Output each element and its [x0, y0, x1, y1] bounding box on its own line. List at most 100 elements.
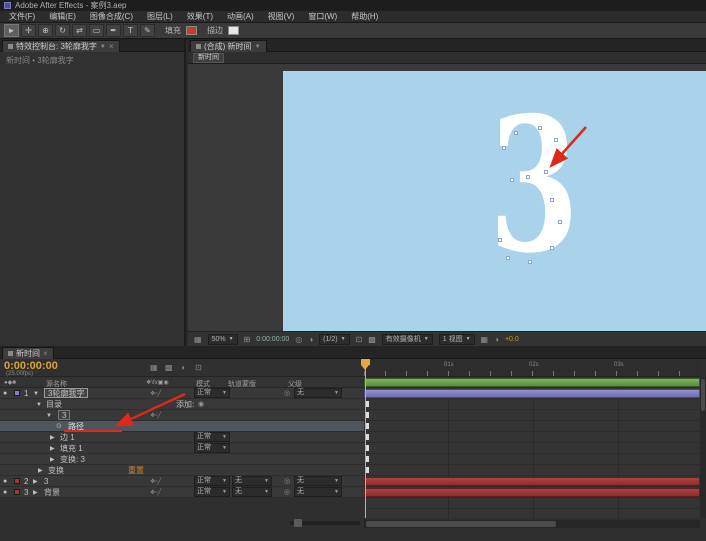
menu-item-edit[interactable]: 编辑(E) — [42, 11, 83, 23]
expand-triangle-icon[interactable]: ▶ — [50, 433, 55, 443]
mode-select[interactable]: 正常▼ — [194, 388, 230, 398]
parent-select[interactable]: 无▼ — [294, 476, 342, 486]
expand-triangle-icon[interactable]: ▶ — [38, 466, 43, 476]
path-property-row[interactable]: ⊙ 路径 — [0, 421, 364, 432]
fast-preview-icon[interactable]: ◑ — [494, 335, 499, 344]
hand-tool[interactable]: ✛ — [21, 24, 36, 37]
eye-icon[interactable]: ● — [3, 477, 7, 487]
eye-icon[interactable]: ● — [3, 488, 7, 498]
viewer-timecode[interactable]: 0:00:00:00 — [256, 336, 289, 343]
resolution-select[interactable]: (1/2) ▼ — [319, 334, 349, 345]
fill-group-row[interactable]: ▶ 填充 1 正常▼ — [0, 443, 364, 454]
trkmat-select[interactable]: 无▼ — [232, 476, 272, 486]
parent-pickwhip-icon[interactable]: ◎ — [284, 477, 290, 487]
shape-name[interactable]: 3 — [58, 410, 70, 420]
menu-item-view[interactable]: 视图(V) — [261, 11, 302, 23]
expand-triangle-icon[interactable]: ▼ — [33, 389, 39, 399]
grid-icon[interactable]: ▦ — [194, 335, 202, 344]
layer-2-duration-bar[interactable] — [364, 477, 700, 486]
shape-group-row[interactable]: ▼ 3 ❖▫╱ — [0, 410, 364, 421]
label-color-chip[interactable] — [14, 478, 20, 484]
safe-area-icon[interactable]: ⊞ — [244, 335, 251, 344]
transparency-grid-icon[interactable]: ▩ — [368, 335, 376, 344]
group-name[interactable]: 目录 — [46, 400, 62, 410]
graph-editor-icon[interactable]: ⊡ — [195, 363, 202, 372]
pen-tool[interactable]: ✒ — [106, 24, 121, 37]
roi-icon[interactable]: ⊡ — [356, 335, 363, 344]
menu-item-effect[interactable]: 效果(T) — [180, 11, 220, 23]
mode-select[interactable]: 正常▼ — [194, 487, 230, 497]
view-layout-select[interactable]: 1 视图 ▼ — [439, 334, 475, 345]
parent-select[interactable]: 无▼ — [294, 487, 342, 497]
motion-blur-icon[interactable]: ◑ — [180, 363, 185, 372]
trkmat-select[interactable]: 无▼ — [232, 487, 272, 497]
parent-pickwhip-icon[interactable]: ◎ — [284, 389, 290, 399]
expand-triangle-icon[interactable]: ▼ — [36, 400, 42, 410]
tab-effect-controls[interactable]: 特效控制台: 3轮廓我字 ▼ × — [2, 40, 120, 52]
comp-name-button[interactable]: 新时间 — [193, 53, 224, 63]
camera-select[interactable]: 有效摄像机 ▼ — [382, 334, 433, 345]
layer-1-duration-bar[interactable] — [364, 389, 700, 398]
label-color-chip[interactable] — [14, 390, 20, 396]
exposure-value[interactable]: +0.0 — [505, 336, 519, 343]
chevron-down-icon[interactable]: ▼ — [100, 42, 106, 52]
stroke-group-row[interactable]: ▶ 边 1 正常▼ — [0, 432, 364, 443]
expand-triangle-icon[interactable]: ▶ — [50, 455, 55, 465]
orbit-tool[interactable]: ↻ — [55, 24, 70, 37]
menu-item-help[interactable]: 帮助(H) — [344, 11, 385, 23]
draft-3d-icon[interactable]: ▩ — [165, 363, 173, 372]
layer-name[interactable]: 背景 — [44, 488, 60, 498]
expand-triangle-icon[interactable]: ▼ — [46, 411, 52, 421]
property-name-fill[interactable]: 填充 1 — [60, 444, 83, 454]
vertical-scrollbar-handle[interactable] — [701, 379, 705, 411]
snapshot-icon[interactable]: ◎ — [295, 335, 302, 344]
timeline-zoom-handle[interactable] — [294, 519, 302, 527]
add-button-icon[interactable]: ◉ — [198, 400, 204, 410]
pixel-aspect-icon[interactable]: ▦ — [481, 335, 489, 344]
horizontal-scrollbar[interactable] — [364, 520, 700, 528]
vertical-scrollbar[interactable] — [700, 377, 706, 518]
layer-name[interactable]: 3轮廓我字 — [44, 388, 88, 398]
timeline-zoom-slider[interactable] — [290, 521, 360, 525]
layer-row-1[interactable]: ● 1 ▼ 3轮廓我字 ❖▫╱ 正常▼ ◎ 无▼ — [0, 388, 364, 399]
stroke-color-swatch[interactable] — [228, 26, 239, 35]
parent-pickwhip-icon[interactable]: ◎ — [284, 488, 290, 498]
layer-transform-row[interactable]: ▶ 变换 重置 — [0, 465, 364, 476]
layer-name[interactable]: 3 — [44, 477, 48, 487]
horizontal-scrollbar-handle[interactable] — [366, 521, 556, 527]
layer-row-3[interactable]: ● 3 ▶ 背景 ❖▫╱ 正常▼ 无▼ ◎ 无▼ — [0, 487, 364, 498]
chevron-down-icon[interactable]: ▼ — [255, 42, 261, 52]
mode-select[interactable]: 正常▼ — [194, 432, 230, 442]
parent-select[interactable]: 无▼ — [294, 388, 342, 398]
menu-item-file[interactable]: 文件(F) — [2, 11, 42, 23]
layer-3-duration-bar[interactable] — [364, 488, 700, 497]
stopwatch-icon[interactable]: ⊙ — [56, 422, 62, 432]
reset-link[interactable]: 重置 — [128, 466, 144, 476]
expand-triangle-icon[interactable]: ▶ — [50, 444, 55, 454]
channels-icon[interactable]: ◑ — [308, 335, 313, 344]
selection-tool[interactable]: ► — [4, 24, 19, 37]
tab-composition[interactable]: (合成) 新时间 ▼ — [190, 40, 267, 52]
menu-item-animation[interactable]: 动画(A) — [220, 11, 261, 23]
magnification-select[interactable]: 50% ▼ — [208, 334, 238, 345]
expand-triangle-icon[interactable]: ▶ — [33, 488, 38, 498]
fill-color-swatch[interactable] — [186, 26, 197, 35]
layer-row-2[interactable]: ● 2 ▶ 3 ❖▫╱ 正常▼ 无▼ ◎ 无▼ — [0, 476, 364, 487]
menu-item-window[interactable]: 窗口(W) — [301, 11, 344, 23]
property-name-transform[interactable]: 变换 — [48, 466, 64, 476]
zoom-tool[interactable]: ⊕ — [38, 24, 53, 37]
close-icon[interactable]: × — [43, 349, 48, 359]
time-ruler[interactable]: 01s 02s 03s — [364, 359, 700, 377]
work-area-bar[interactable] — [364, 378, 700, 387]
eye-icon[interactable]: ● — [3, 389, 7, 399]
mask-shape-tool[interactable]: ▭ — [89, 24, 104, 37]
comp-mini-flowchart-icon[interactable]: ▦ — [150, 363, 158, 372]
close-icon[interactable]: × — [109, 42, 114, 52]
property-name-shape-transform[interactable]: 变换: 3 — [60, 455, 85, 465]
contents-group-row[interactable]: ▼ 目录 添加: ◉ — [0, 399, 364, 410]
mode-select[interactable]: 正常▼ — [194, 476, 230, 486]
mode-select[interactable]: 正常▼ — [194, 443, 230, 453]
menu-item-composition[interactable]: 图像合成(C) — [83, 11, 140, 23]
label-color-chip[interactable] — [14, 489, 20, 495]
comp-canvas[interactable]: 3 — [283, 71, 706, 331]
